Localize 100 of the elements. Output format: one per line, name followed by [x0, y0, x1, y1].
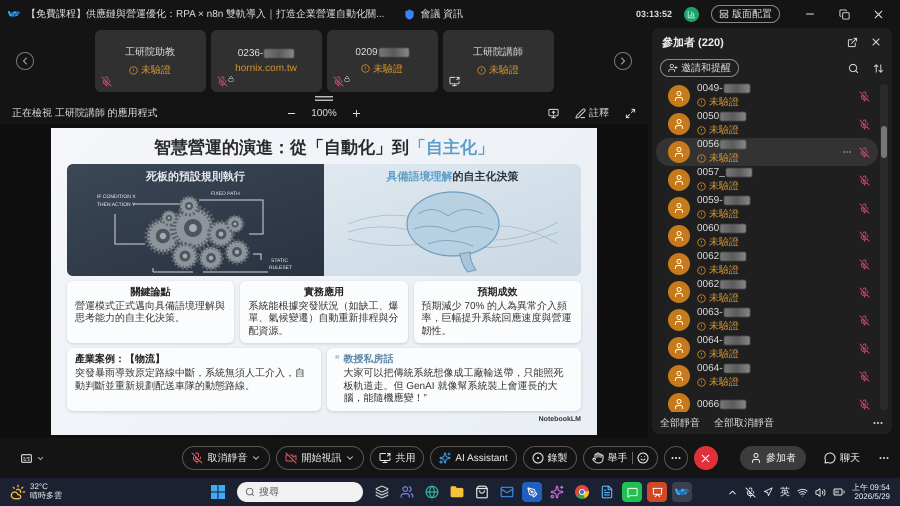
close-icon [699, 452, 712, 464]
mic-off-icon[interactable] [744, 486, 756, 498]
participant-row[interactable]: 0064- 未驗證 [656, 334, 878, 362]
zoom-in-button[interactable] [350, 108, 362, 118]
unmute-button[interactable]: 取消靜音 [182, 446, 270, 470]
mic-off-icon [859, 90, 870, 102]
meeting-info-link[interactable]: 會議 資訊 [404, 7, 464, 21]
participant-row[interactable]: 0049- 未驗證 [656, 82, 878, 110]
pop-out-icon [847, 36, 858, 48]
card-title: 預期成效 [476, 286, 518, 298]
ai-assistant-button[interactable]: AI Assistant [430, 446, 517, 470]
plus-icon [350, 108, 362, 118]
layout-button[interactable]: 版面配置 [711, 5, 780, 23]
participant-name: 工研院助教 [125, 46, 175, 59]
mic-off-icon [859, 314, 870, 326]
participant-name: 0059- [697, 195, 723, 206]
participant-row[interactable]: 0050 未驗證 [656, 110, 878, 138]
mic-off-icon [859, 146, 870, 158]
avatar-icon [668, 197, 690, 219]
share-button[interactable]: 共用 [370, 446, 424, 470]
chrome-logo-icon[interactable] [572, 482, 592, 502]
pop-out-button[interactable] [847, 36, 858, 48]
shield-icon [404, 8, 416, 20]
invite-button[interactable]: 邀請和提醒 [660, 59, 739, 77]
wifi-icon[interactable] [796, 486, 808, 498]
participant-row[interactable]: 0057_ 未驗證 [656, 166, 878, 194]
participant-row[interactable]: 0056 未驗證 [656, 138, 878, 166]
mute-all-button[interactable]: 全部靜音 [660, 416, 700, 430]
chat-button[interactable]: 聊天 [814, 446, 870, 470]
windows-logo-icon[interactable] [208, 482, 228, 502]
video-tile[interactable]: 工研院助教 未驗證 [94, 30, 206, 92]
participants-button[interactable]: 參加者 [740, 446, 806, 470]
search-button[interactable] [848, 62, 859, 74]
raise-hand-button[interactable]: 舉手 [582, 446, 658, 470]
mic-off-icon [859, 174, 870, 186]
battery-icon[interactable] [832, 486, 845, 498]
input-language[interactable]: 英 [780, 485, 790, 499]
status-text: 未驗證 [361, 62, 403, 76]
next-button[interactable] [614, 52, 632, 70]
annotate-button[interactable]: 註釋 [575, 106, 609, 120]
fullscreen-button[interactable] [625, 108, 636, 118]
start-video-button[interactable]: 開始視訊 [276, 446, 364, 470]
participant-row[interactable]: 0062 未驗證 [656, 250, 878, 278]
screen-share-icon [379, 452, 392, 464]
warning-circle-icon [697, 378, 706, 386]
status-text: 未驗證 [697, 319, 852, 333]
participant-row[interactable]: 0066 [656, 390, 878, 412]
participant-name: 0236- [238, 48, 264, 59]
monitor-button[interactable] [548, 108, 559, 118]
status-text: 未驗證 [697, 207, 852, 221]
search-icon [245, 487, 255, 497]
weather-condition: 晴時多雲 [30, 492, 62, 501]
video-tile[interactable]: 工研院講師 未驗證 [442, 30, 554, 92]
participant-row[interactable]: 0060 未驗證 [656, 222, 878, 250]
captions-button[interactable] [20, 452, 45, 464]
participant-name: 0056 [697, 139, 720, 150]
warning-circle-icon [697, 126, 706, 134]
flow-line [198, 199, 264, 234]
mic-off-icon [859, 286, 870, 298]
close-icon [872, 8, 884, 20]
drag-handle-icon[interactable] [315, 96, 333, 100]
sort-button[interactable] [873, 62, 884, 74]
warning-circle-icon [697, 266, 706, 274]
unmute-all-button[interactable]: 全部取消靜音 [714, 416, 774, 430]
panel-heading: 死板的預設規則執行 [146, 170, 245, 184]
leave-button[interactable] [694, 446, 718, 470]
mic-off-icon [859, 398, 870, 410]
mic-off-icon [859, 258, 870, 270]
location-icon[interactable] [762, 487, 773, 497]
mic-off-icon [100, 76, 112, 87]
presentation-icon[interactable] [647, 482, 667, 502]
card-text: 系統能根據突發狀況（如缺工、爆單、氣候變遷）自動重新排程與分配資源。 [248, 300, 400, 338]
participant-row[interactable]: 0063- 未驗證 [656, 306, 878, 334]
expand-icon [625, 108, 636, 118]
webex-app-icon[interactable] [672, 482, 692, 502]
status-text: 未驗證 [697, 123, 852, 137]
mic-off-icon [859, 370, 870, 382]
close-button[interactable] [870, 36, 882, 48]
previous-button[interactable] [16, 52, 34, 70]
participant-name: 0050 [697, 111, 720, 122]
flow-line [252, 253, 262, 260]
volume-icon[interactable] [814, 486, 826, 498]
video-tile[interactable]: 0236- hornix.com.tw [210, 30, 322, 92]
mic-off-icon [859, 118, 870, 130]
card-title: 產業案例：【物流】 [75, 352, 166, 366]
pen-icon[interactable] [522, 482, 542, 502]
close-icon [870, 36, 882, 48]
search-icon [848, 62, 859, 74]
record-button[interactable]: 錄製 [522, 446, 577, 470]
status-text: 未驗證 [697, 151, 835, 165]
participant-row[interactable]: 0062 未驗證 [656, 278, 878, 306]
email-domain: hornix.com.tw [235, 63, 297, 74]
hand-icon [592, 452, 604, 464]
search-field[interactable]: 搜尋 [237, 482, 363, 502]
participant-row[interactable]: 0059- 未驗證 [656, 194, 878, 222]
participant-row[interactable]: 0064- 未驗證 [656, 362, 878, 390]
sort-icon [873, 62, 884, 74]
video-tile[interactable]: 0209 未驗證 [326, 30, 438, 92]
clock[interactable]: 上午 09:54 2026/5/29 [852, 482, 890, 502]
chat-bubble-icon[interactable] [622, 482, 642, 502]
